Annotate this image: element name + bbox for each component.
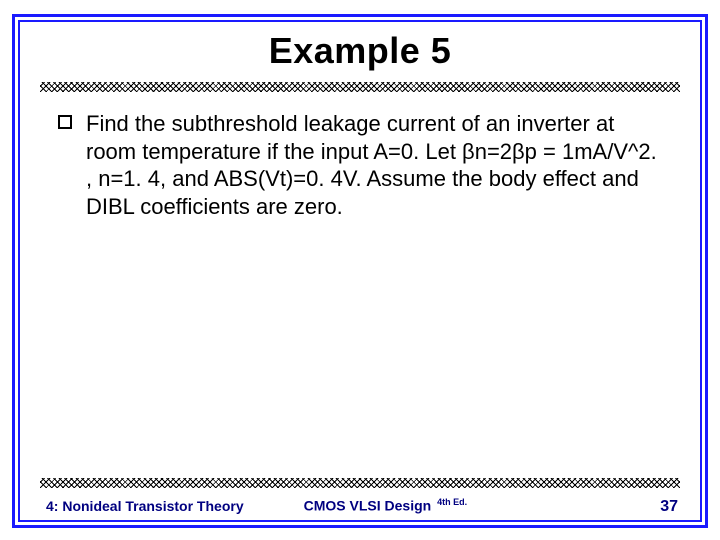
bullet-text: Find the subthreshold leakage current of…: [86, 110, 662, 220]
footer-chapter: 4: Nonideal Transistor Theory: [46, 498, 244, 514]
footer: 4: Nonideal Transistor Theory CMOS VLSI …: [46, 497, 678, 516]
slide-title: Example 5: [0, 30, 720, 72]
footer-book: CMOS VLSI Design 4th Ed.: [304, 497, 661, 514]
footer-book-edition: 4th Ed.: [437, 497, 467, 507]
inner-border: [18, 20, 702, 522]
footer-book-main: CMOS VLSI Design: [304, 498, 432, 514]
divider-bottom: [40, 478, 680, 488]
footer-page-number: 37: [660, 498, 678, 516]
slide: Example 5 Find the subthreshold leakage …: [0, 0, 720, 540]
divider-top: [40, 82, 680, 92]
bullet-item: Find the subthreshold leakage current of…: [58, 110, 662, 220]
slide-body: Find the subthreshold leakage current of…: [58, 110, 662, 220]
bullet-marker-icon: [58, 115, 72, 129]
